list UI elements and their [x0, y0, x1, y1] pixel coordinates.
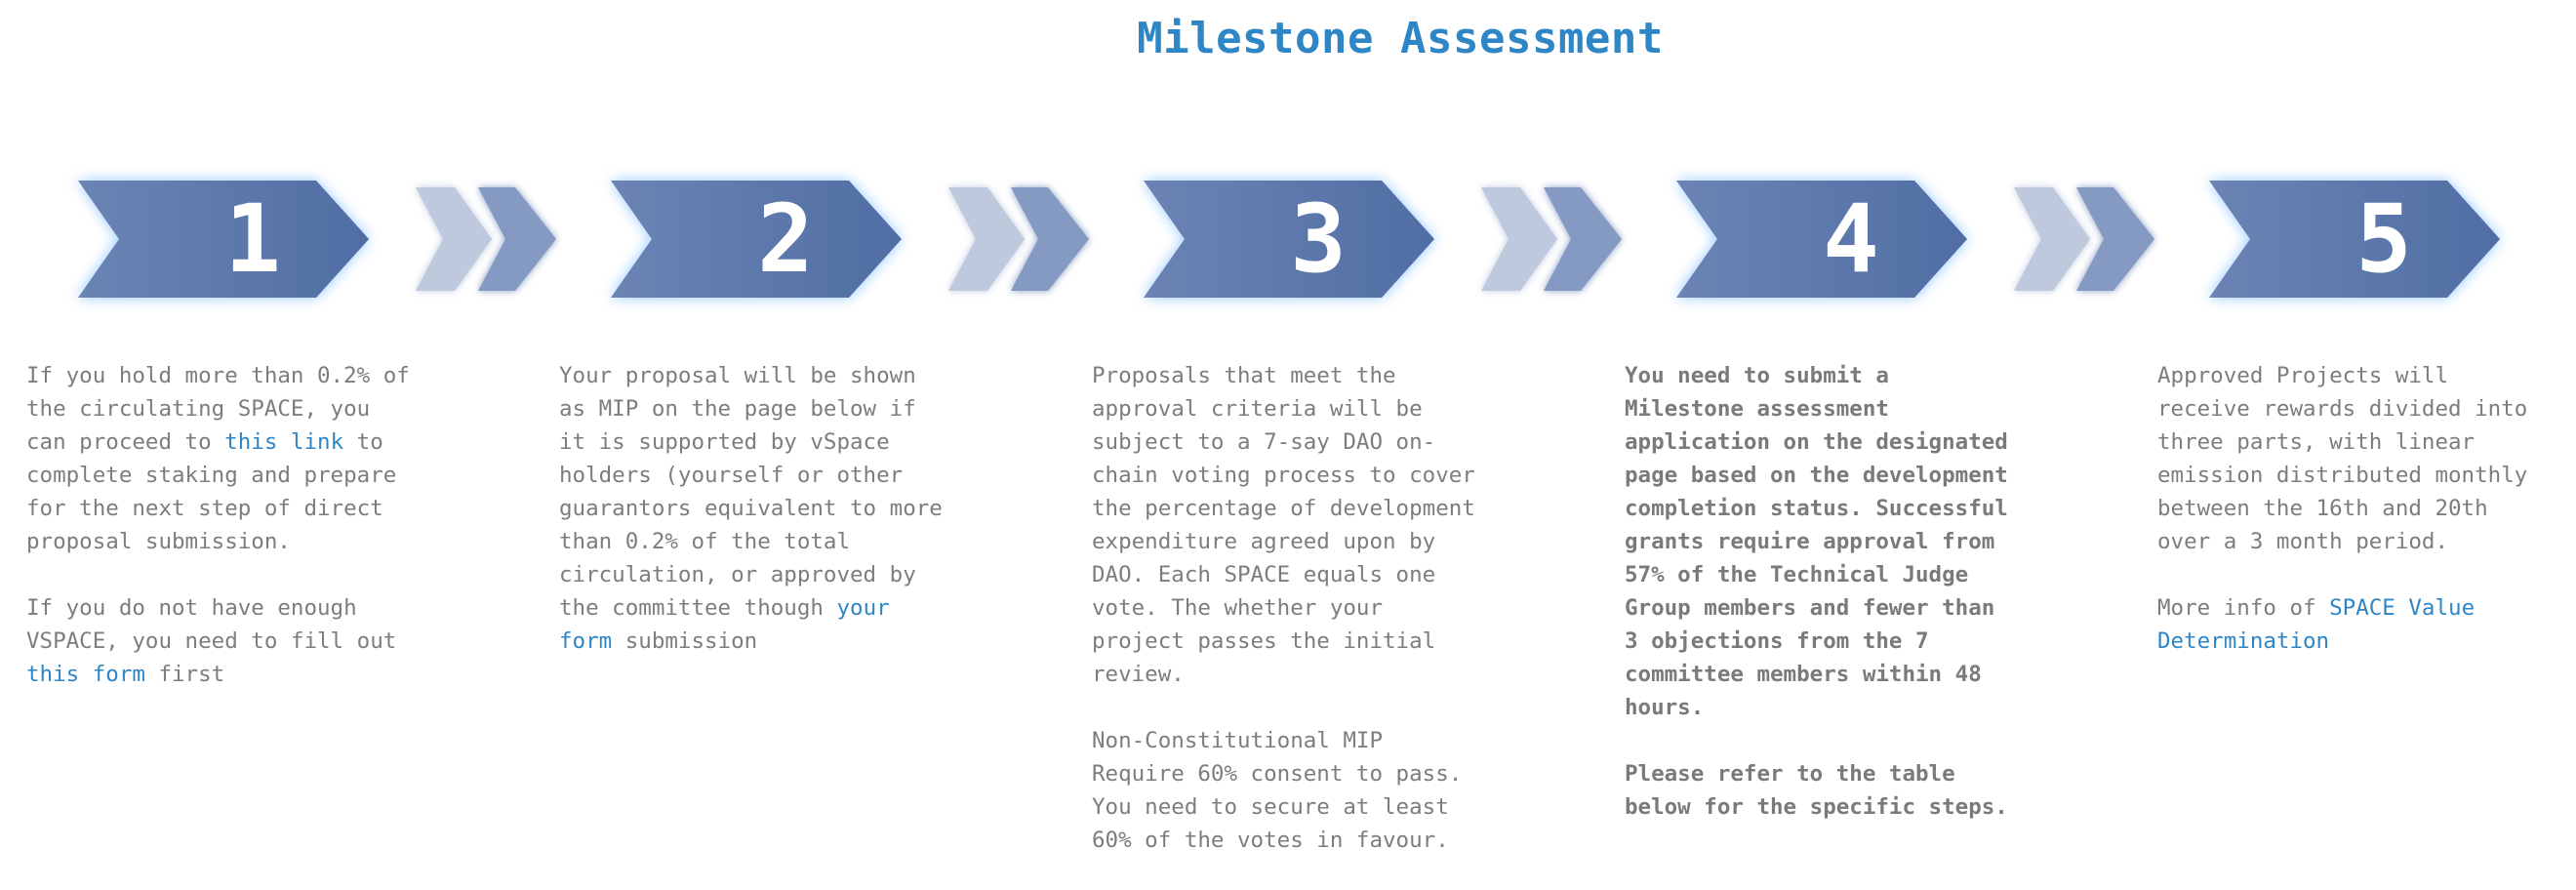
step-3-number: 3 — [1290, 184, 1347, 294]
step-5-paragraph-1: Approved Projects will receive rewards d… — [2157, 363, 2528, 554]
step-2-paragraph-1: Your proposal will be shown as MIP on th… — [559, 359, 949, 658]
step-2-number: 2 — [757, 184, 814, 294]
page-title: Milestone Assessment — [1137, 14, 1664, 63]
step-1-paragraph-2: If you do not have enough VSPACE, you ne… — [26, 591, 417, 691]
connector-1-2 — [414, 185, 560, 293]
double-chevron-arrow-icon — [416, 187, 556, 291]
step-4-paragraph-2: Please refer to the table below for the … — [1625, 761, 2008, 820]
step-2-badge: 2 — [605, 178, 907, 301]
step-5-description: Approved Projects will receive rewards d… — [2157, 359, 2548, 691]
double-chevron-arrow-icon — [1481, 187, 1622, 291]
connector-4-5 — [2012, 185, 2158, 293]
step-3-paragraph-1: Proposals that meet the approval criteri… — [1092, 363, 1475, 687]
step-4-number: 4 — [1823, 184, 1879, 294]
connector-2-3 — [946, 185, 1093, 293]
double-chevron-arrow-icon — [2014, 187, 2154, 291]
step-1-paragraph-1: If you hold more than 0.2% of the circul… — [26, 359, 417, 558]
connector-3-4 — [1479, 185, 1626, 293]
step-3-badge: 3 — [1138, 178, 1440, 301]
this-form-link[interactable]: this form — [26, 662, 145, 687]
step-3-paragraph-2: Non-Constitutional MIP Require 60% conse… — [1092, 728, 1463, 853]
double-chevron-arrow-icon — [948, 187, 1089, 291]
step-5-paragraph-2-text: More info of — [2157, 595, 2330, 621]
step-4-paragraph-1: You need to submit a Milestone assessmen… — [1625, 363, 2008, 720]
step-5-paragraph-2: More info of SPACE Value Determination — [2157, 591, 2548, 658]
step-1-badge: 1 — [72, 178, 375, 301]
step-4-badge: 4 — [1670, 178, 1973, 301]
step-1-number: 1 — [224, 184, 281, 294]
step-3-description: Proposals that meet the approval criteri… — [1092, 359, 1482, 890]
step-2-description: Your proposal will be shown as MIP on th… — [559, 359, 949, 691]
step-4-description: You need to submit a Milestone assessmen… — [1625, 359, 2015, 857]
step-5-number: 5 — [2355, 184, 2412, 294]
this-link[interactable]: this link — [224, 429, 343, 455]
step-1-paragraph-2-text: If you do not have enough VSPACE, you ne… — [26, 595, 397, 654]
step-1-description: If you hold more than 0.2% of the circul… — [26, 359, 417, 724]
step-5-badge: 5 — [2203, 178, 2506, 301]
step-2-paragraph-1-text: Your proposal will be shown as MIP on th… — [559, 363, 943, 621]
step-2-paragraph-1-tail: submission — [612, 628, 758, 654]
step-1-paragraph-2-tail: first — [144, 662, 225, 687]
